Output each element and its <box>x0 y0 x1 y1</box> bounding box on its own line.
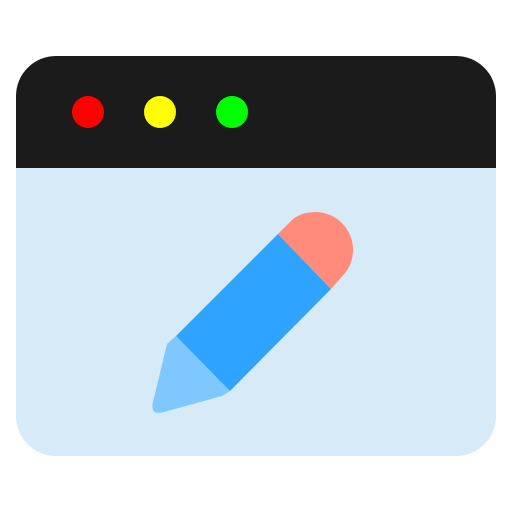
app-window-edit-icon <box>0 0 512 512</box>
pencil-icon <box>152 211 354 413</box>
